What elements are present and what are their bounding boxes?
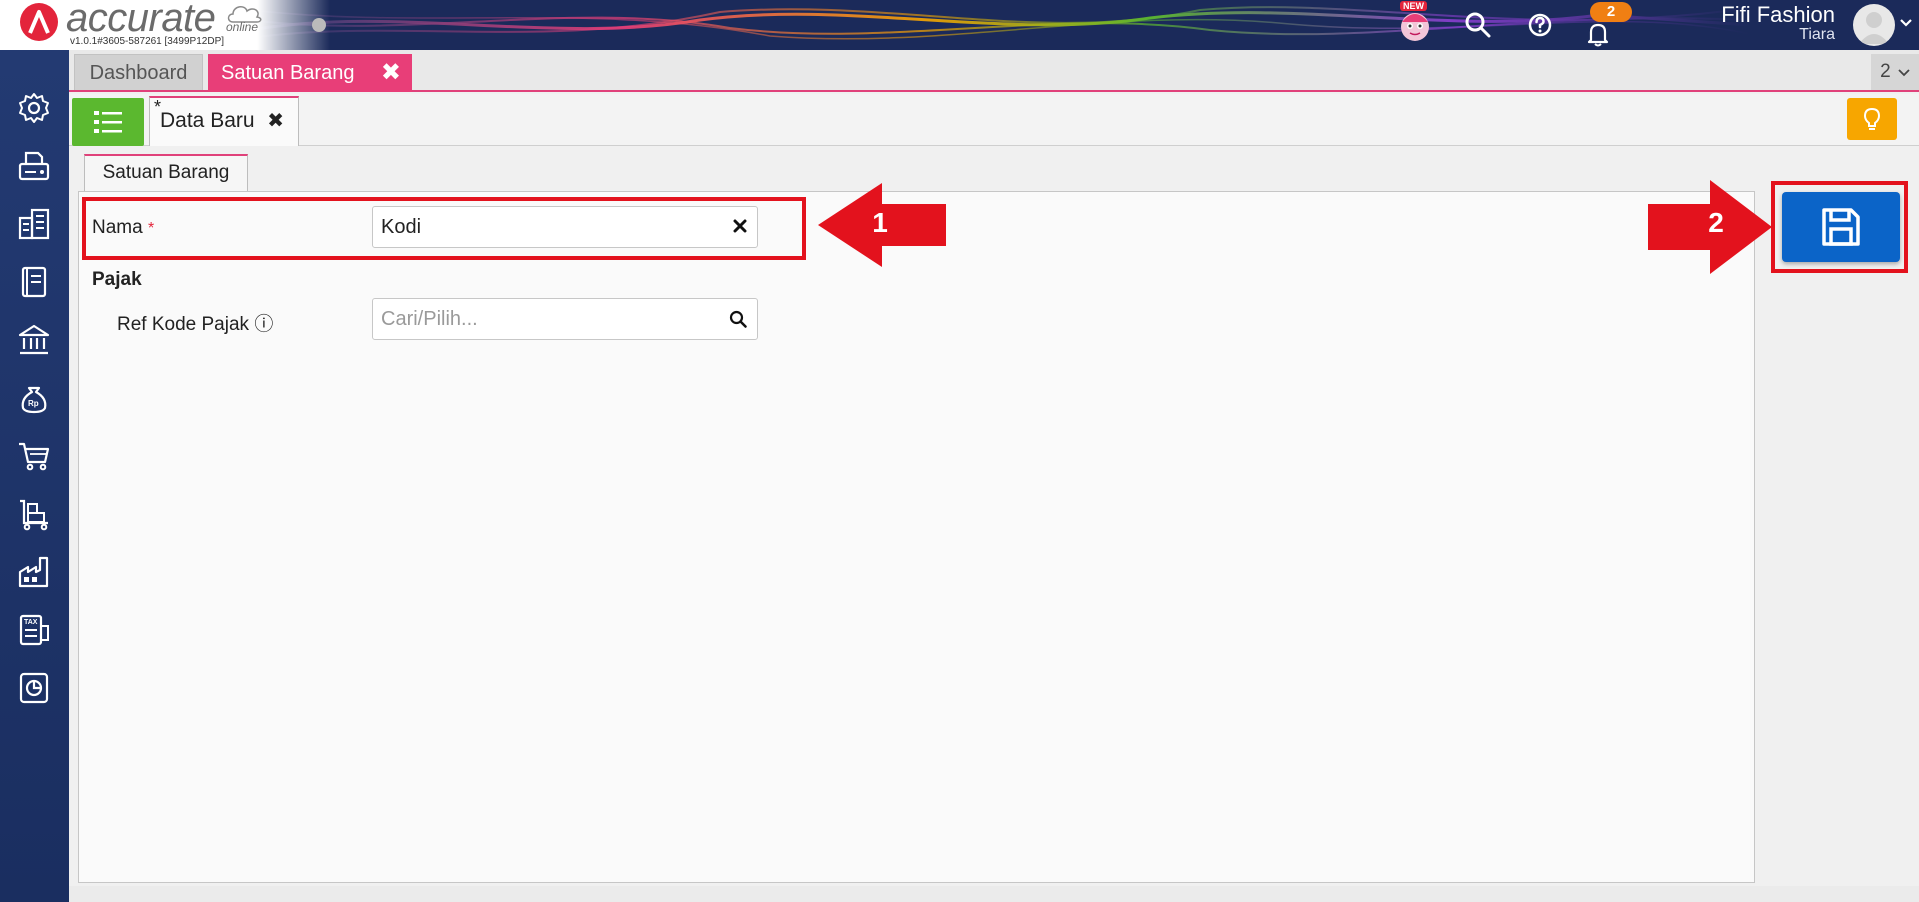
sidebar-item-cash[interactable]: Rp [16, 380, 52, 416]
chevron-down-icon[interactable] [1899, 18, 1913, 28]
gear-icon [19, 93, 49, 123]
avatar[interactable] [1853, 4, 1895, 46]
sidebar-item-tax[interactable]: TAX [16, 612, 52, 648]
report-chart-icon [19, 672, 49, 704]
notification-count-badge[interactable]: 2 [1590, 2, 1632, 22]
search-icon[interactable] [729, 310, 747, 328]
ledger-book-icon [21, 266, 47, 298]
search-icon[interactable] [1463, 10, 1493, 40]
tax-document-icon: TAX [19, 614, 49, 646]
sidebar-item-inventory[interactable] [16, 496, 52, 532]
unsaved-marker: * [154, 97, 162, 117]
version-text: v1.0.1#3605-587261 [3499P12DP] [70, 36, 225, 47]
lightbulb-icon [1863, 107, 1881, 130]
money-bag-icon: Rp [21, 386, 47, 414]
sidebar-item-manufacture[interactable] [16, 554, 52, 590]
new-badge: NEW [1400, 1, 1427, 11]
factory-icon [18, 556, 49, 588]
sidebar-item-reports[interactable] [16, 670, 52, 706]
status-dot [312, 18, 326, 32]
open-tabs-count: 2 [1880, 61, 1891, 82]
accurate-logo-icon [20, 3, 58, 41]
sidebar-item-settings[interactable] [16, 90, 52, 126]
form-panel: Nama * Kodi Pajak Ref Kode Pajak ⓘ Cari/… [78, 191, 1755, 883]
user-name[interactable]: Tiara [1799, 26, 1835, 44]
list-view-button[interactable] [72, 98, 144, 146]
help-icon[interactable] [1525, 10, 1555, 40]
logo-area: accurate online v1.0.1#3605-587261 [3499… [0, 0, 330, 50]
tab-satuan-barang[interactable]: Satuan Barang ✖ [208, 54, 412, 92]
annotation-step-2: 2 [1708, 207, 1724, 238]
bell-icon[interactable] [1584, 20, 1614, 50]
buildings-icon [18, 208, 50, 240]
tab-data-baru[interactable]: * Data Baru ✖ [149, 96, 299, 146]
form-toolbar: * Data Baru ✖ [69, 94, 1919, 146]
company-name[interactable]: Fifi Fashion [1721, 2, 1835, 28]
close-subtab-icon[interactable]: ✖ [267, 98, 284, 144]
ref-kode-pajak-search-field[interactable]: Cari/Pilih... [372, 298, 758, 340]
floppy-disk-icon [1822, 208, 1860, 246]
sidebar: Rp TAX [0, 50, 69, 902]
ref-kode-pajak-placeholder: Cari/Pilih... [381, 308, 478, 330]
sidebar-item-company[interactable] [16, 206, 52, 242]
document-tab-bar: Dashboard Satuan Barang ✖ 2 [69, 50, 1919, 92]
open-tabs-dropdown[interactable]: 2 [1871, 54, 1919, 90]
ref-kode-pajak-label: Ref Kode Pajak ⓘ [117, 309, 273, 336]
sidebar-item-ledger[interactable] [16, 264, 52, 300]
sidebar-item-purchase[interactable] [16, 438, 52, 474]
top-header: accurate online v1.0.1#3605-587261 [3499… [0, 0, 1919, 50]
ref-kode-pajak-label-text: Ref Kode Pajak [117, 314, 250, 335]
svg-text:Rp: Rp [28, 399, 39, 408]
tab-data-baru-label: Data Baru [160, 109, 255, 132]
chevron-down-icon [1898, 69, 1910, 77]
bank-icon [18, 324, 50, 355]
list-icon [94, 111, 122, 133]
annotation-highlight-nama [82, 197, 806, 260]
tips-button[interactable] [1847, 98, 1897, 140]
logo-subtitle: online [226, 20, 259, 34]
svg-text:TAX: TAX [24, 619, 38, 626]
sidebar-item-fax[interactable] [16, 148, 52, 184]
section-tab-satuan-barang[interactable]: Satuan Barang [84, 154, 248, 192]
logo-text: accurate [66, 0, 216, 40]
sidebar-item-bank[interactable] [16, 322, 52, 358]
trolley-boxes-icon [20, 499, 48, 531]
pajak-section-title: Pajak [92, 269, 142, 290]
tab-dashboard[interactable]: Dashboard [74, 54, 203, 90]
mascot-new-feature-icon[interactable] [1398, 8, 1432, 42]
annotation-step-1: 1 [872, 207, 888, 238]
close-tab-icon[interactable]: ✖ [381, 54, 401, 92]
save-button[interactable] [1782, 192, 1900, 262]
shopping-cart-icon [19, 442, 50, 471]
bottom-strip [69, 886, 1919, 902]
tab-satuan-barang-label: Satuan Barang [221, 62, 355, 84]
fax-icon [18, 151, 50, 181]
info-icon[interactable]: ⓘ [254, 314, 273, 335]
